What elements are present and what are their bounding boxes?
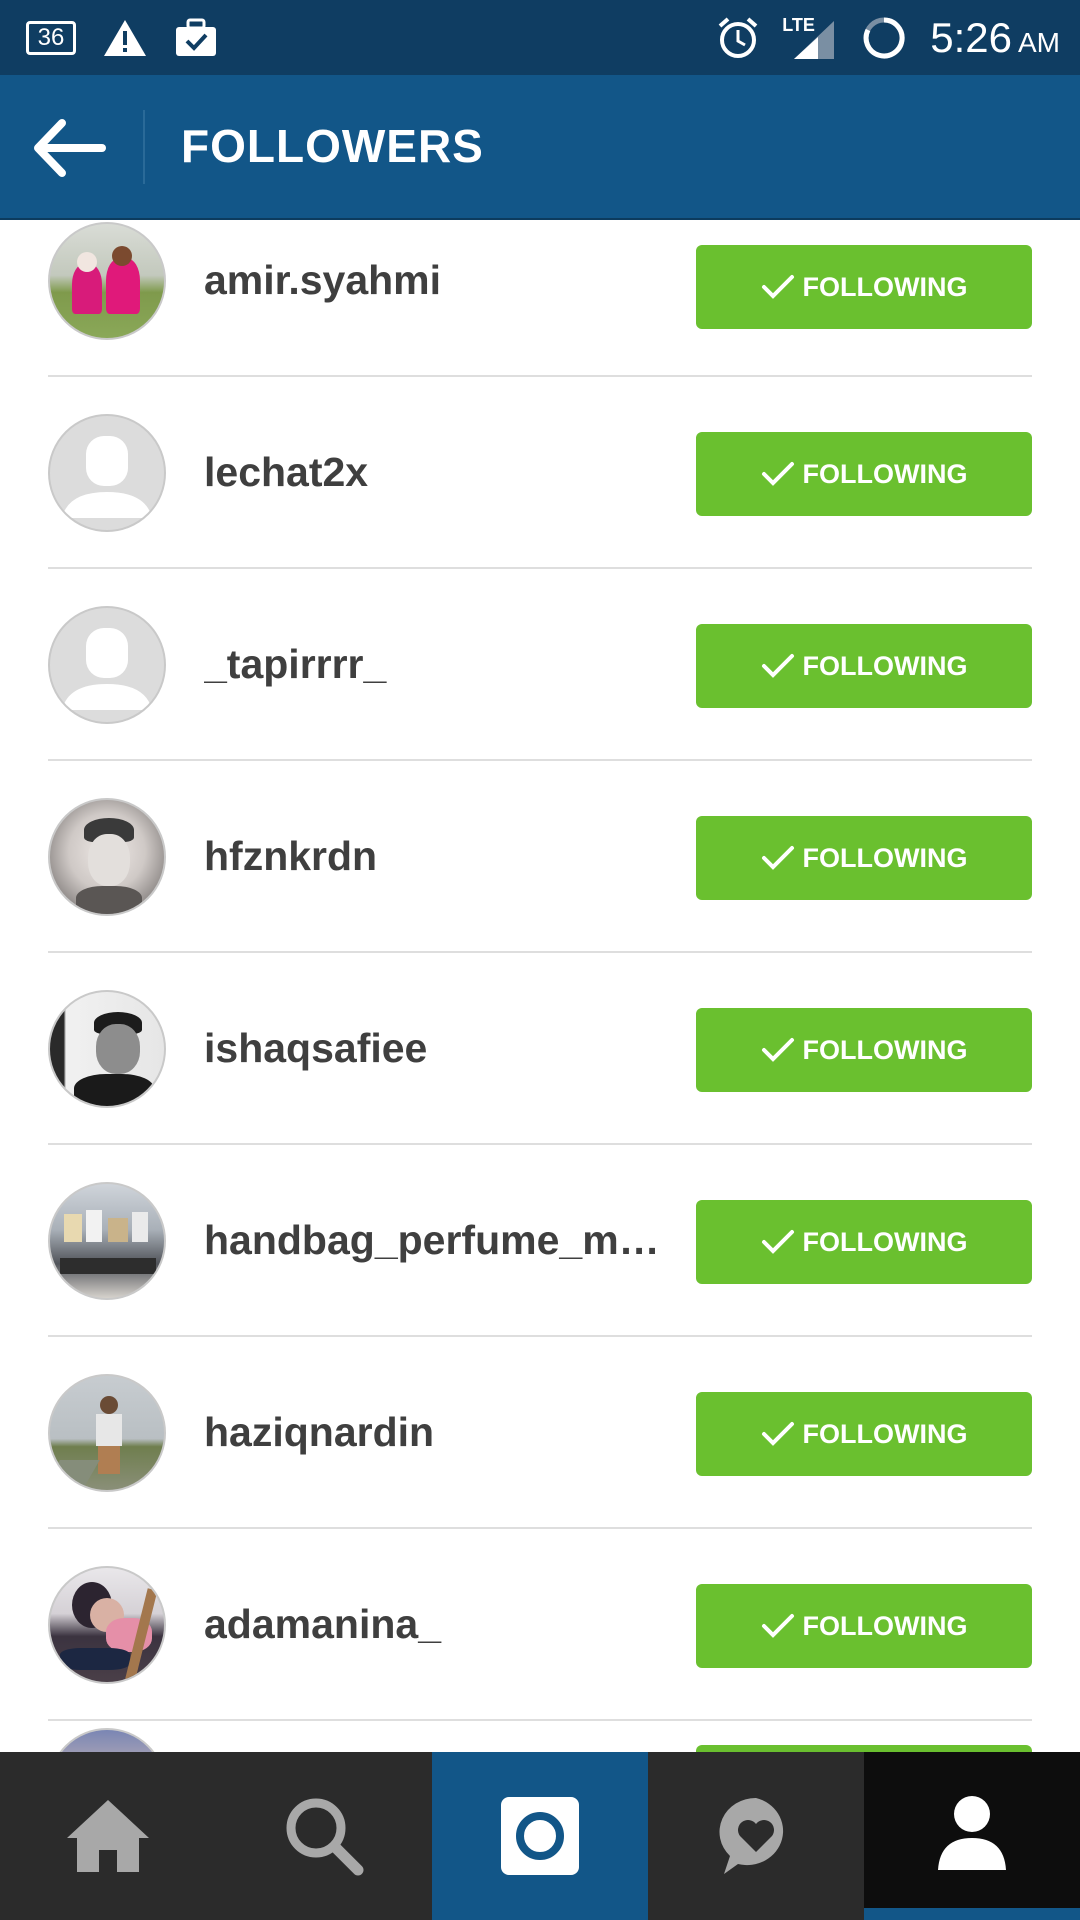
- following-button[interactable]: [696, 1745, 1032, 1752]
- following-button[interactable]: FOLLOWING: [696, 624, 1032, 708]
- back-button[interactable]: [30, 115, 110, 181]
- search-icon: [286, 1798, 364, 1876]
- list-item[interactable]: hfznkrdn FOLLOWING: [48, 761, 1032, 953]
- following-button[interactable]: FOLLOWING: [696, 1584, 1032, 1668]
- page-title: FOLLOWERS: [181, 120, 484, 172]
- clock: 5:26 AM: [930, 14, 1060, 61]
- username[interactable]: _tapirrrr_: [204, 641, 664, 688]
- list-item[interactable]: [48, 1721, 1032, 1752]
- list-item[interactable]: adamanina_ FOLLOWING: [48, 1529, 1032, 1721]
- nav-search[interactable]: [216, 1752, 432, 1920]
- avatar[interactable]: [48, 1374, 166, 1492]
- active-tab-indicator: [864, 1908, 1080, 1920]
- loading-ring-icon: [863, 17, 905, 59]
- default-avatar-icon: [62, 436, 152, 518]
- avatar[interactable]: [48, 606, 166, 724]
- status-bar: 36 LTE 5:26 AM: [0, 0, 1080, 75]
- following-button[interactable]: FOLLOWING: [696, 1200, 1032, 1284]
- profile-icon: [938, 1796, 1006, 1870]
- nav-camera[interactable]: [432, 1752, 648, 1920]
- lte-signal-icon: LTE: [782, 15, 838, 61]
- avatar[interactable]: [48, 414, 166, 532]
- nav-profile[interactable]: [864, 1752, 1080, 1920]
- list-item[interactable]: ishaqsafiee FOLLOWING: [48, 953, 1032, 1145]
- username[interactable]: hfznkrdn: [204, 833, 664, 880]
- list-item[interactable]: amir.syahmi FOLLOWING: [48, 220, 1032, 377]
- username[interactable]: lechat2x: [204, 449, 664, 496]
- list-item[interactable]: lechat2x FOLLOWING: [48, 377, 1032, 569]
- avatar[interactable]: [48, 1566, 166, 1684]
- list-item[interactable]: _tapirrrr_ FOLLOWING: [48, 569, 1032, 761]
- check-icon: [761, 462, 794, 486]
- default-avatar-icon: [62, 628, 152, 710]
- alarm-icon: [718, 17, 758, 58]
- following-button[interactable]: FOLLOWING: [696, 1392, 1032, 1476]
- avatar[interactable]: [48, 222, 166, 340]
- following-button[interactable]: FOLLOWING: [696, 432, 1032, 516]
- avatar[interactable]: [48, 1728, 166, 1752]
- username[interactable]: handbag_perfume_mu...: [204, 1217, 664, 1264]
- avatar[interactable]: [48, 1182, 166, 1300]
- check-icon: [761, 1038, 794, 1062]
- following-button[interactable]: FOLLOWING: [696, 816, 1032, 900]
- list-item[interactable]: handbag_perfume_mu... FOLLOWING: [48, 1145, 1032, 1337]
- app-header: FOLLOWERS: [0, 75, 1080, 220]
- check-icon: [761, 654, 794, 678]
- avatar[interactable]: [48, 990, 166, 1108]
- check-icon: [761, 1230, 794, 1254]
- warning-icon: [104, 20, 146, 56]
- header-divider: [143, 110, 145, 184]
- username[interactable]: adamanina_: [204, 1601, 664, 1648]
- camera-icon: [501, 1797, 579, 1875]
- arrow-left-icon: [34, 119, 106, 177]
- home-icon: [67, 1800, 149, 1872]
- notification-badge-icon: 36: [26, 21, 76, 55]
- list-item[interactable]: haziqnardin FOLLOWING: [48, 1337, 1032, 1529]
- avatar[interactable]: [48, 798, 166, 916]
- briefcase-check-icon: [176, 18, 216, 56]
- check-icon: [761, 1422, 794, 1446]
- following-button[interactable]: FOLLOWING: [696, 1008, 1032, 1092]
- check-icon: [761, 1614, 794, 1638]
- username[interactable]: haziqnardin: [204, 1409, 664, 1456]
- username[interactable]: amir.syahmi: [204, 257, 664, 304]
- check-icon: [761, 275, 794, 299]
- followers-list[interactable]: amir.syahmi FOLLOWING lechat2x FOLLOWING…: [0, 220, 1080, 1752]
- nav-activity[interactable]: [648, 1752, 864, 1920]
- bottom-nav: [0, 1752, 1080, 1920]
- following-button[interactable]: FOLLOWING: [696, 245, 1032, 329]
- username[interactable]: ishaqsafiee: [204, 1025, 664, 1072]
- nav-home[interactable]: [0, 1752, 216, 1920]
- activity-heart-icon: [719, 1797, 784, 1874]
- check-icon: [761, 846, 794, 870]
